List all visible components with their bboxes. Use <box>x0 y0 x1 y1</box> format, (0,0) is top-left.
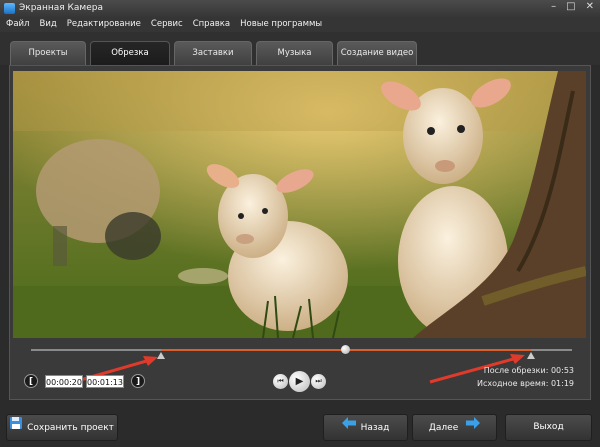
next-button[interactable]: Далее <box>412 414 497 441</box>
after-trim-label: После обрезки: <box>483 366 549 375</box>
set-end-button[interactable]: ] <box>131 374 145 388</box>
save-project-label: Сохранить проект <box>27 423 114 433</box>
back-label: Назад <box>360 423 390 433</box>
after-trim-info: После обрезки: 00:53 <box>484 366 574 375</box>
rewind-button[interactable]: ⏮ <box>273 374 288 389</box>
original-time-value: 01:19 <box>550 379 574 388</box>
forward-button[interactable]: ⏭ <box>311 374 326 389</box>
back-button[interactable]: Назад <box>323 414 408 441</box>
play-button[interactable]: ▶ <box>289 371 310 392</box>
save-project-button[interactable]: Сохранить проект <box>6 414 118 441</box>
arrow-left-icon <box>341 415 356 440</box>
next-label: Далее <box>428 423 459 433</box>
after-trim-value: 00:53 <box>550 366 574 375</box>
exit-button[interactable]: Выход <box>505 414 592 441</box>
original-time-label: Исходное время: <box>477 379 549 388</box>
floppy-disk-icon <box>10 415 23 440</box>
arrow-right-icon <box>466 415 481 440</box>
original-time-info: Исходное время: 01:19 <box>477 379 574 388</box>
end-time-field[interactable]: 00:01:13 <box>86 375 124 388</box>
set-start-button[interactable]: [ <box>24 374 38 388</box>
start-time-field[interactable]: 00:00:20 <box>45 375 83 388</box>
